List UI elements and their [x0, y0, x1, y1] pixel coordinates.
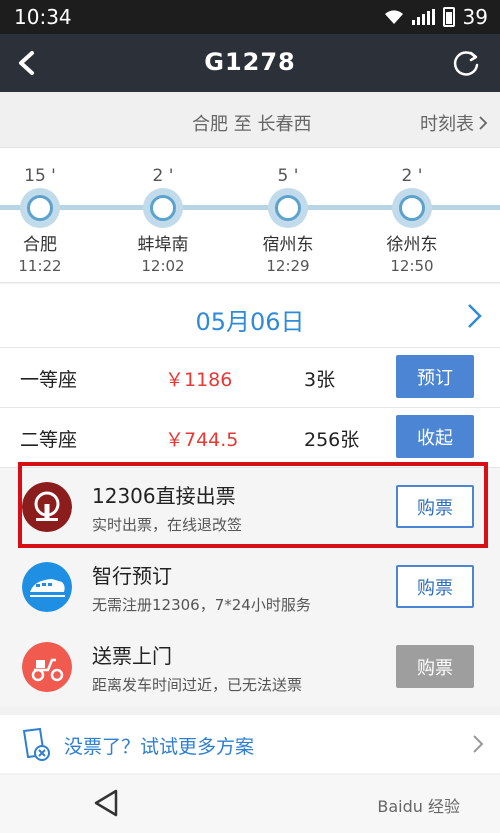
seat-row-second-class: 二等座 ￥744.5 256张 收起 — [0, 408, 500, 468]
buy-button-disabled: 购票 — [396, 645, 474, 688]
stop-time: 11:22 — [18, 257, 62, 275]
signal-icon — [411, 9, 435, 25]
stop-name: 合肥 — [23, 235, 57, 255]
timetable-link[interactable]: 时刻表 — [420, 110, 488, 136]
stop-time: 12:50 — [390, 257, 434, 275]
system-nav-bar: Baidu 经验 — [0, 775, 500, 833]
stop-time: 12:02 — [141, 257, 185, 275]
stop-marker-icon — [20, 188, 60, 228]
wifi-icon — [384, 10, 403, 24]
nav-back-icon[interactable] — [92, 788, 120, 818]
stop-item: 5 ' 宿州东 12:29 — [233, 148, 343, 275]
stop-name: 蚌埠南 — [137, 235, 189, 255]
option-delivery[interactable]: 送票上门 距离发车时间过近，已无法送票 购票 — [0, 628, 500, 708]
route-text: 合肥 至 长春西 — [192, 114, 312, 135]
timetable-label: 时刻表 — [420, 114, 474, 135]
scooter-icon — [22, 642, 72, 692]
stop-name: 徐州东 — [386, 235, 438, 255]
page-title: G1278 — [204, 48, 296, 76]
option-subtitle: 无需注册12306，7*24小时服务 — [92, 596, 311, 614]
stop-item: 2 ' 蚌埠南 12:02 — [108, 148, 218, 275]
highlight-annotation — [18, 462, 488, 548]
refresh-icon — [453, 51, 479, 76]
seat-price: ￥1186 — [165, 369, 233, 391]
ticket-search-icon — [22, 727, 50, 761]
stop-dwell: 5 ' — [277, 166, 299, 186]
chevron-right-icon — [479, 116, 488, 130]
seat-price: ￥744.5 — [165, 429, 239, 451]
date-selector[interactable]: 05月06日 — [0, 284, 500, 348]
option-title: 送票上门 — [92, 644, 172, 668]
seat-row-first-class: 一等座 ￥1186 3张 预订 — [0, 348, 500, 408]
stop-dwell: 2 ' — [401, 166, 423, 186]
stop-item: 2 ' 徐州东 12:50 — [357, 148, 467, 275]
option-subtitle: 距离发车时间过近，已无法送票 — [92, 676, 303, 694]
train-icon — [22, 562, 72, 612]
stop-time: 12:29 — [266, 257, 310, 275]
next-date-icon[interactable] — [462, 302, 486, 330]
route-bar: 合肥 至 长春西 时刻表 — [0, 92, 500, 148]
collapse-button[interactable]: 收起 — [396, 415, 474, 458]
watermark: Baidu 经验 — [377, 797, 460, 816]
stop-item: 15 ' 合肥 11:22 — [0, 148, 95, 275]
seat-class-name: 二等座 — [20, 429, 78, 451]
status-time: 10:34 — [14, 5, 72, 29]
option-zhixing[interactable]: 智行预订 无需注册12306，7*24小时服务 购票 — [0, 548, 500, 628]
option-title: 智行预订 — [92, 564, 172, 588]
book-button[interactable]: 预订 — [396, 355, 474, 398]
more-options-row[interactable]: 没票了？试试更多方案 — [0, 715, 500, 773]
stop-marker-icon — [392, 188, 432, 228]
date-text: 05月06日 — [195, 308, 305, 336]
battery-icon — [442, 7, 455, 27]
more-options-text: 没票了？试试更多方案 — [64, 736, 255, 758]
battery-level: 39 — [462, 5, 488, 29]
stop-marker-icon — [268, 188, 308, 228]
seat-class-name: 一等座 — [20, 369, 78, 391]
seat-count: 256张 — [304, 429, 360, 451]
stop-dwell: 2 ' — [152, 166, 174, 186]
buy-button[interactable]: 购票 — [396, 565, 474, 608]
app-header: G1278 — [0, 34, 500, 92]
refresh-button[interactable] — [446, 43, 486, 83]
stop-name: 宿州东 — [262, 235, 314, 255]
chevron-right-icon — [473, 735, 484, 753]
seat-count: 3张 — [304, 369, 336, 391]
stop-list[interactable]: 15 ' 合肥 11:22 2 ' 蚌埠南 12:02 5 ' 宿州东 12:2… — [0, 148, 500, 283]
status-bar: 10:34 39 — [0, 0, 500, 34]
stop-dwell: 15 ' — [24, 166, 56, 186]
status-icons: 39 — [384, 5, 488, 29]
stop-marker-icon — [143, 188, 183, 228]
